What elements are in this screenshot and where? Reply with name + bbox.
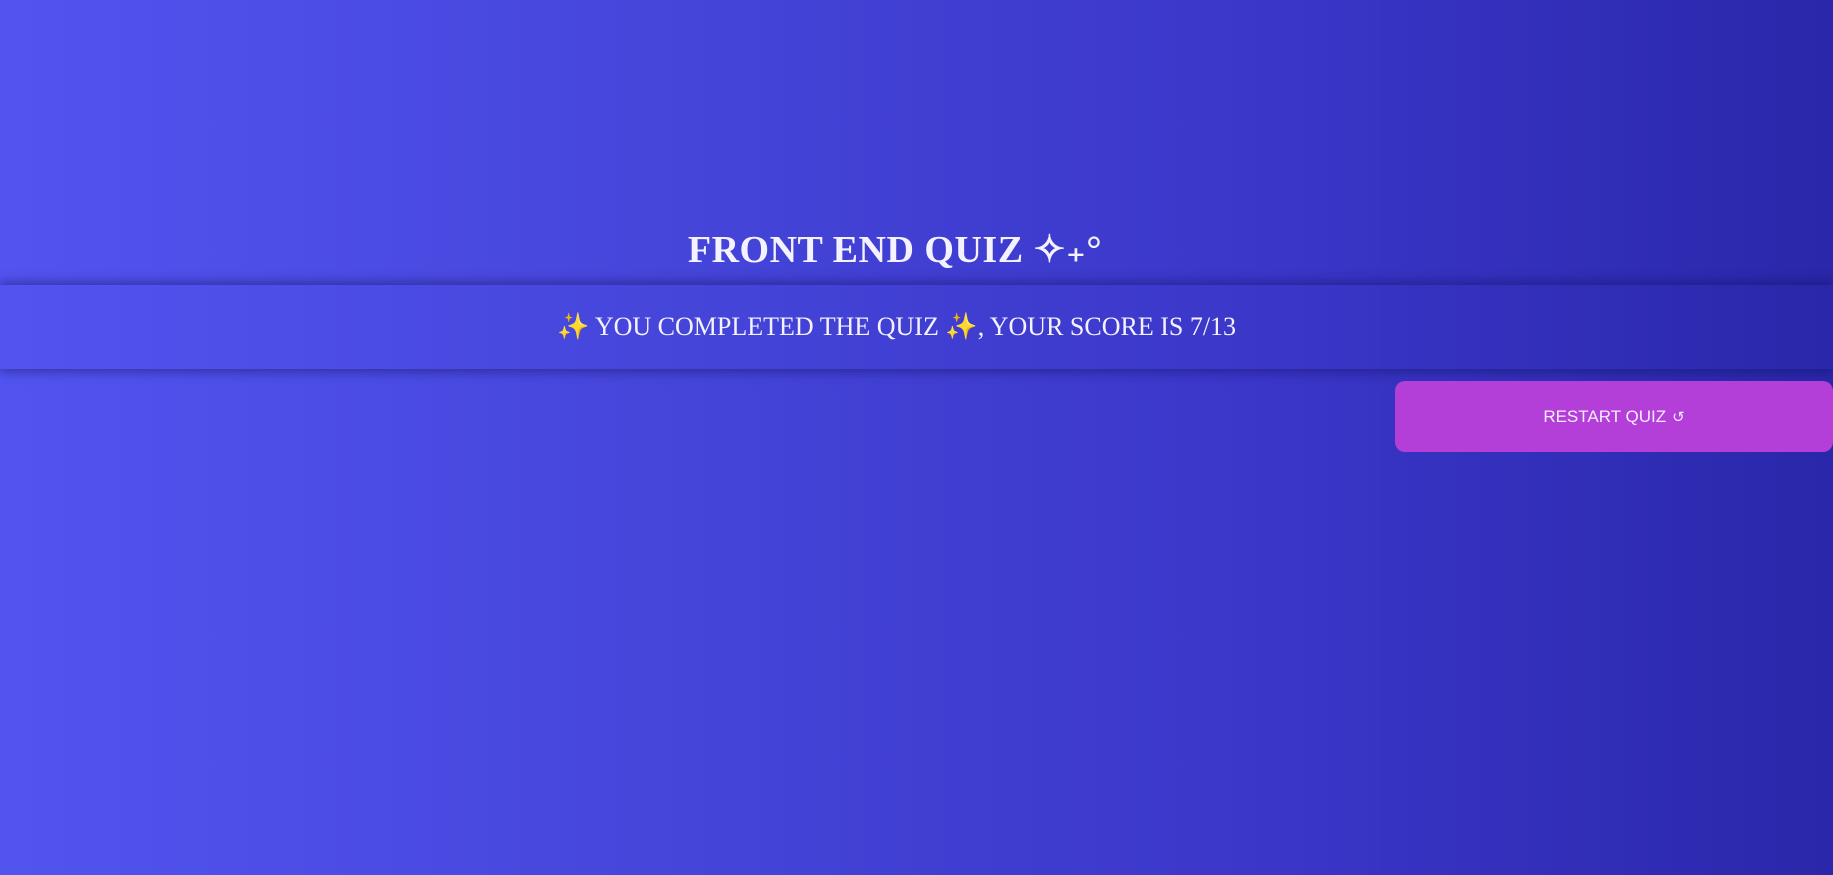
restart-icon: ↺ (1672, 407, 1685, 426)
restart-button-label: RESTART QUIZ (1543, 406, 1667, 426)
result-banner: ✨ YOU COMPLETED THE QUIZ ✨, YOUR SCORE I… (0, 285, 1833, 369)
restart-quiz-button[interactable]: RESTART QUIZ ↺ (1395, 381, 1833, 452)
page-title: FRONT END QUIZ ✧₊° (687, 229, 1103, 272)
score-message: ✨ YOU COMPLETED THE QUIZ ✨, YOUR SCORE I… (556, 312, 1237, 341)
